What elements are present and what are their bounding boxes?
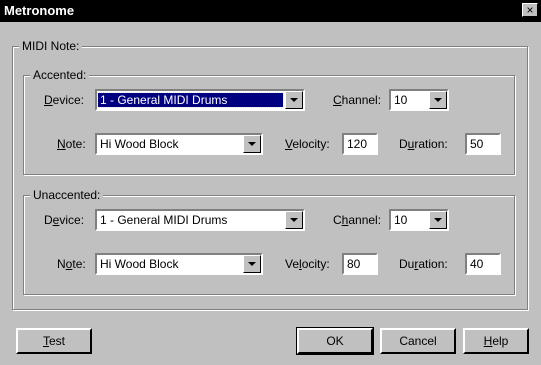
unaccented-note-dropdown-button[interactable] [243, 255, 261, 273]
accented-channel-value: 10 [394, 93, 408, 107]
unaccented-device-value: 1 - General MIDI Drums [100, 213, 228, 227]
unaccented-note-label: Note: [57, 257, 86, 271]
chevron-down-icon [248, 142, 256, 146]
accented-channel-dropdown-button[interactable] [429, 91, 447, 109]
accented-channel-combo[interactable]: 10 [389, 89, 449, 111]
accented-device-combo[interactable]: 1 - General MIDI Drums [95, 89, 305, 111]
ok-button[interactable]: OK [296, 327, 374, 355]
chevron-down-icon [290, 218, 298, 222]
unaccented-velocity-field[interactable]: 80 [342, 253, 378, 275]
test-button[interactable]: Test [16, 328, 92, 354]
midi-note-legend: MIDI Note: [19, 39, 83, 53]
help-button[interactable]: Help [463, 328, 529, 354]
accented-duration-value: 50 [470, 137, 484, 151]
unaccented-velocity-value: 80 [347, 257, 361, 271]
midi-note-group: MIDI Note: Accented: Device: 1 - General… [12, 39, 528, 310]
chevron-down-icon [290, 98, 298, 102]
window-title: Metronome [4, 3, 75, 18]
unaccented-duration-label: Duration: [399, 257, 448, 271]
chevron-down-icon [434, 218, 442, 222]
title-bar: Metronome × [0, 0, 541, 22]
accented-device-value: 1 - General MIDI Drums [97, 92, 284, 108]
accented-legend: Accented: [30, 68, 90, 82]
accented-note-combo[interactable]: Hi Wood Block [95, 133, 263, 155]
chevron-down-icon [248, 262, 256, 266]
accented-note-label: Note: [57, 137, 86, 151]
unaccented-velocity-label: Velocity: [285, 257, 330, 271]
unaccented-channel-combo[interactable]: 10 [389, 209, 449, 231]
accented-duration-field[interactable]: 50 [465, 133, 501, 155]
accented-channel-label: Channel: [333, 93, 382, 107]
accented-duration-label: Duration: [399, 137, 448, 151]
accented-velocity-field[interactable]: 120 [342, 133, 378, 155]
unaccented-channel-dropdown-button[interactable] [429, 211, 447, 229]
unaccented-device-dropdown-button[interactable] [285, 211, 303, 229]
close-button[interactable]: × [522, 3, 538, 17]
accented-velocity-value: 120 [347, 137, 368, 151]
unaccented-channel-value: 10 [394, 213, 408, 227]
unaccented-legend: Unaccented: [30, 188, 104, 202]
unaccented-duration-field[interactable]: 40 [465, 253, 501, 275]
accented-note-value: Hi Wood Block [100, 137, 179, 151]
unaccented-duration-value: 40 [470, 257, 484, 271]
unaccented-group: Unaccented: Device: 1 - General MIDI Dru… [23, 188, 515, 295]
unaccented-channel-label: Channel: [333, 213, 382, 227]
unaccented-device-label: Device: [44, 213, 85, 227]
close-icon: × [526, 3, 534, 17]
accented-group: Accented: Device: 1 - General MIDI Drums… [23, 68, 515, 175]
accented-device-label: Device: [44, 93, 85, 107]
unaccented-note-combo[interactable]: Hi Wood Block [95, 253, 263, 275]
unaccented-note-value: Hi Wood Block [100, 257, 179, 271]
accented-note-dropdown-button[interactable] [243, 135, 261, 153]
unaccented-device-combo[interactable]: 1 - General MIDI Drums [95, 209, 305, 231]
cancel-button[interactable]: Cancel [380, 328, 456, 354]
accented-velocity-label: Velocity: [285, 137, 330, 151]
chevron-down-icon [434, 98, 442, 102]
accented-device-dropdown-button[interactable] [285, 91, 303, 109]
